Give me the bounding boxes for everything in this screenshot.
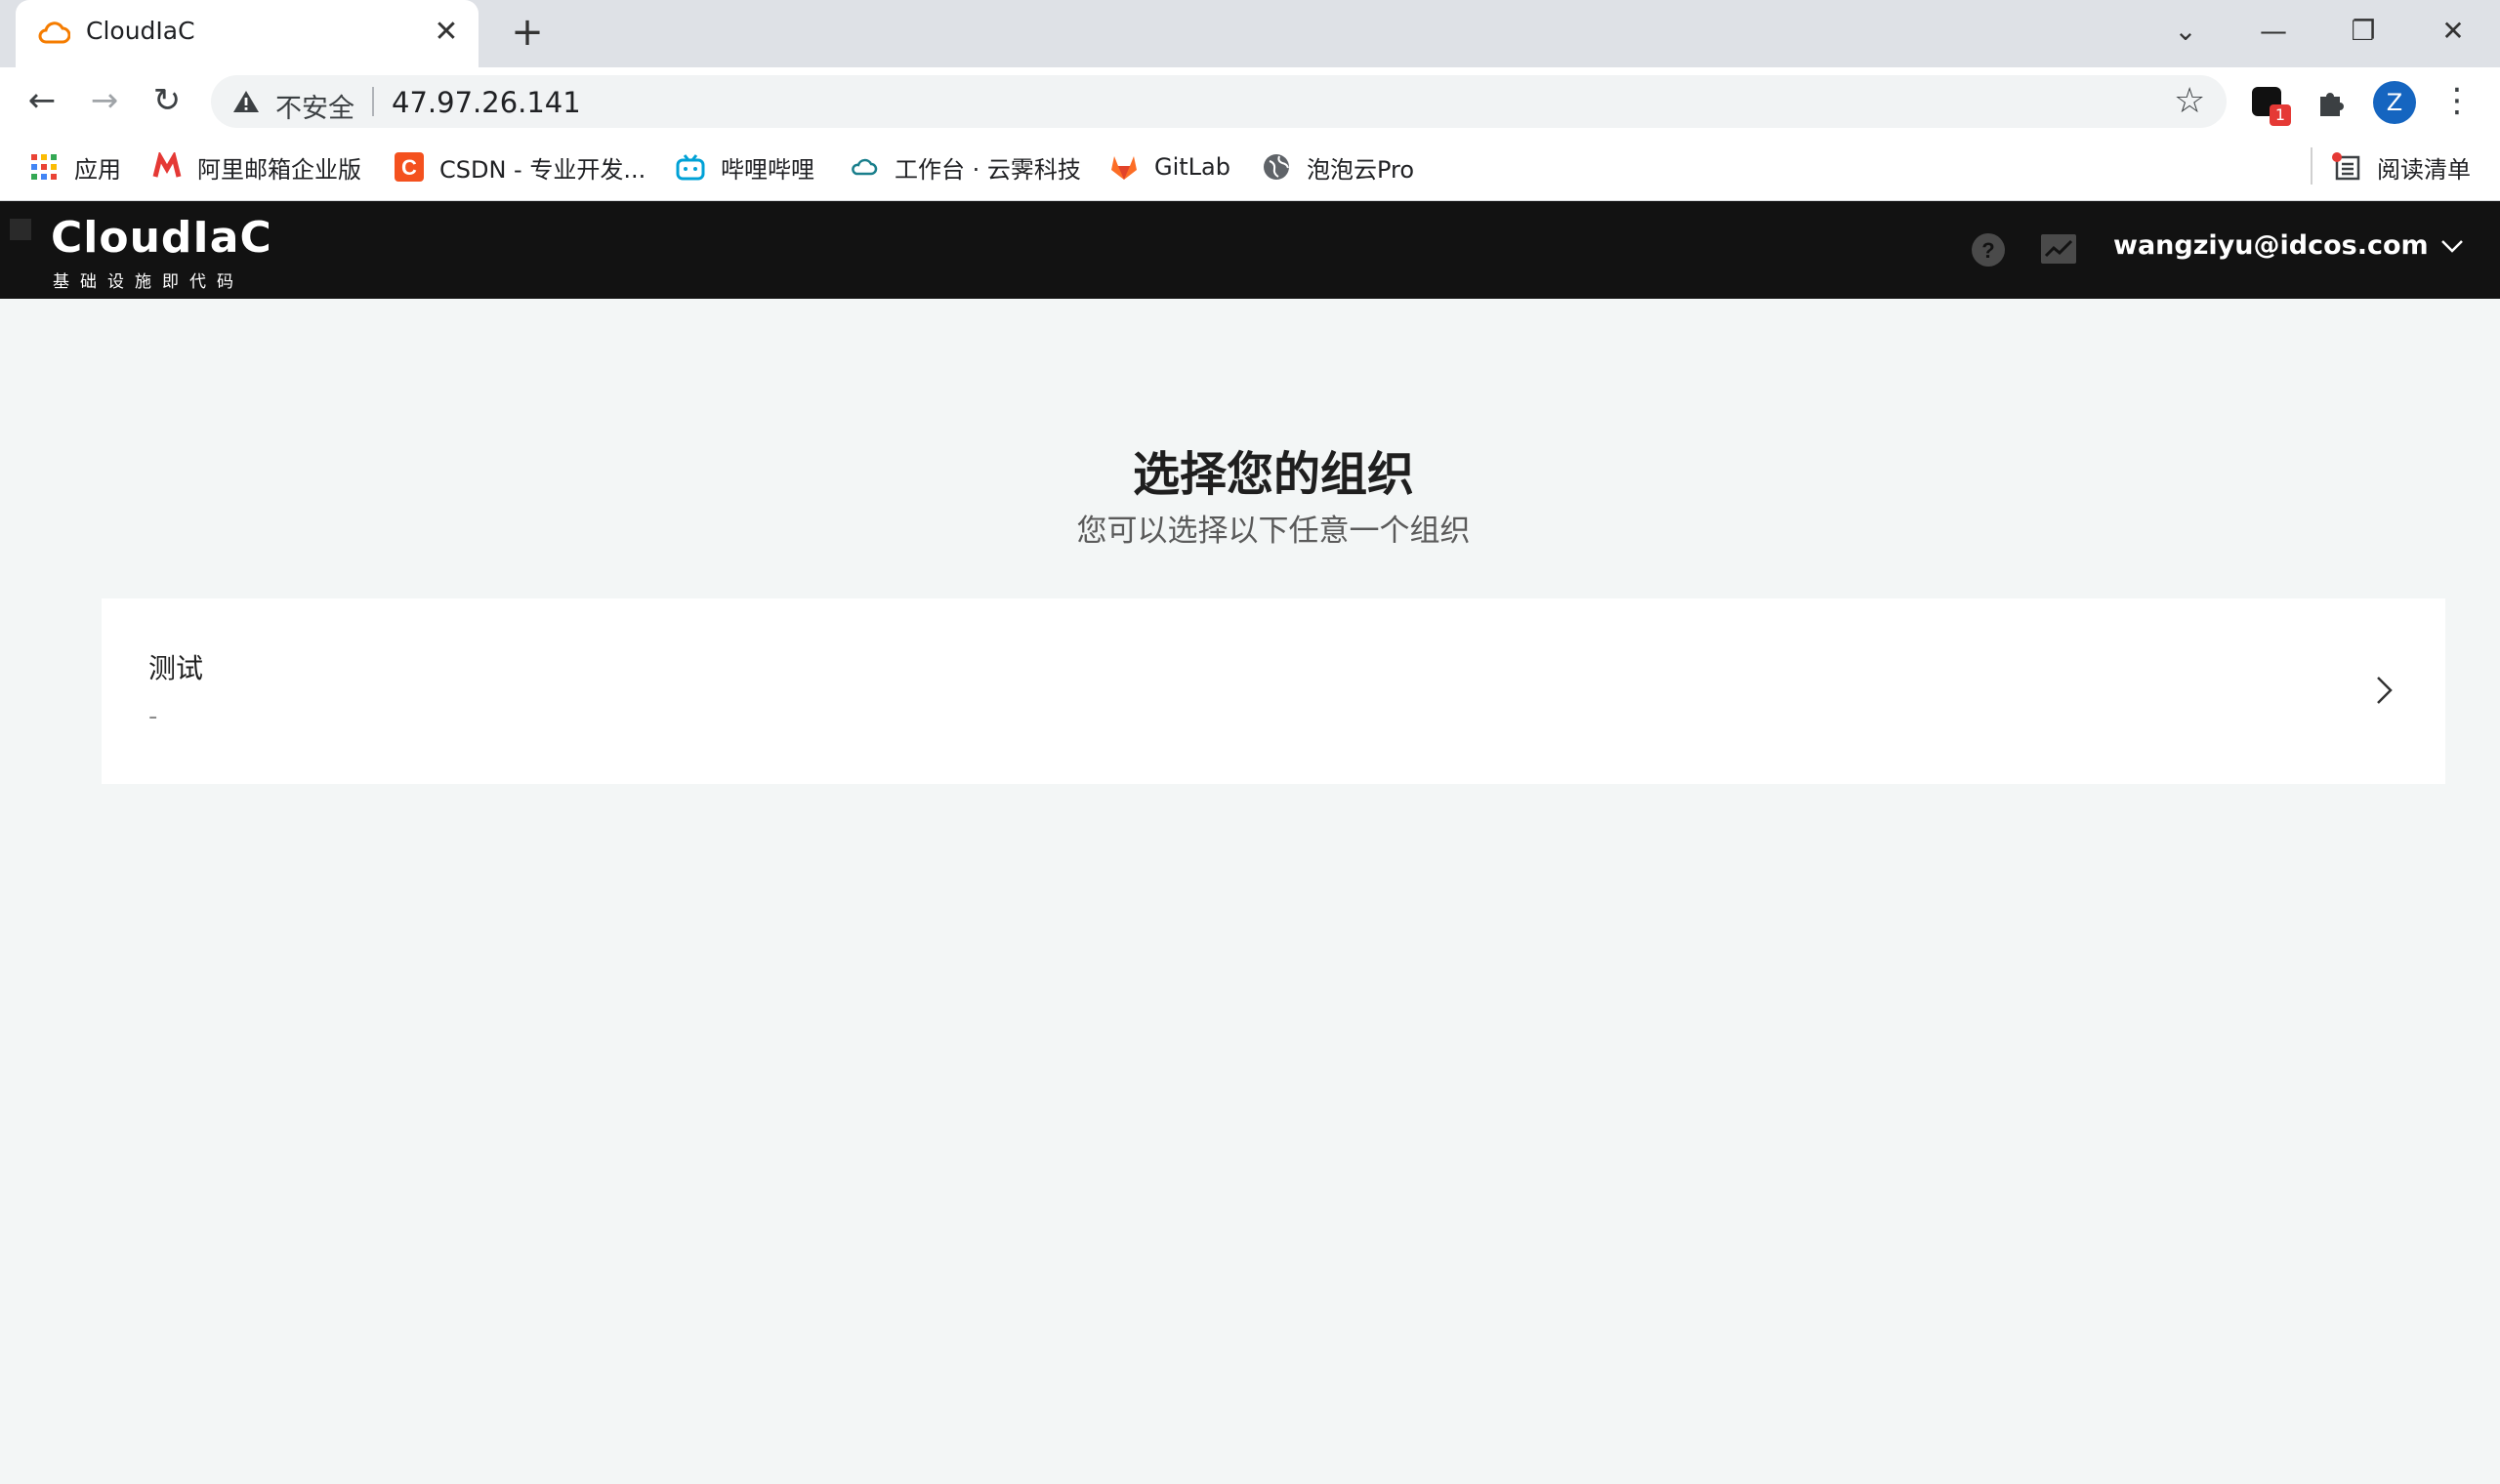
apps-grid-icon bbox=[31, 154, 57, 180]
bookmarks-divider bbox=[2311, 147, 2312, 185]
reading-list-icon bbox=[2332, 152, 2360, 181]
bookmark-csdn[interactable]: C CSDN - 专业开发... bbox=[395, 149, 646, 185]
close-tab-icon[interactable]: ✕ bbox=[430, 16, 463, 49]
bookmark-gitlab[interactable]: GitLab bbox=[1109, 149, 1230, 185]
bookmark-label: 阿里邮箱企业版 bbox=[197, 155, 361, 184]
bookmark-label: GitLab bbox=[1154, 153, 1230, 181]
corner-square bbox=[10, 219, 31, 240]
reading-list-button[interactable]: 阅读清单 bbox=[2332, 149, 2471, 185]
reading-list-label: 阅读清单 bbox=[2377, 155, 2471, 184]
browser-tabstrip: CloudIaC ✕ + ⌄ — ❐ ✕ bbox=[0, 0, 2500, 67]
browser-tab-cloudiac[interactable]: CloudIaC ✕ bbox=[16, 0, 479, 67]
address-bar[interactable]: 不安全 47.97.26.141 ☆ bbox=[211, 75, 2227, 128]
bookmark-label: 应用 bbox=[74, 155, 121, 184]
aliyun-mail-icon bbox=[152, 152, 182, 178]
close-window-button[interactable]: ✕ bbox=[2426, 10, 2480, 53]
omnibox-divider bbox=[372, 87, 374, 116]
page-title: 选择您的组织 bbox=[1132, 447, 1414, 502]
globe-icon bbox=[1264, 154, 1289, 180]
gitlab-icon bbox=[1111, 156, 1137, 180]
bookmark-label: 哔哩哔哩 bbox=[721, 155, 814, 184]
help-icon[interactable]: ? bbox=[1971, 232, 2006, 268]
url-text[interactable]: 47.97.26.141 bbox=[392, 86, 581, 119]
browser-toolbar: ← → ↻ 不安全 47.97.26.141 ☆ 1 Z ⋮ bbox=[0, 67, 2500, 134]
warning-icon[interactable] bbox=[232, 89, 260, 114]
profile-avatar[interactable]: Z bbox=[2373, 81, 2416, 124]
organization-description: - bbox=[148, 702, 158, 731]
back-button[interactable]: ← bbox=[20, 79, 64, 124]
organization-card[interactable]: 测试 - bbox=[102, 598, 2445, 784]
new-tab-button[interactable]: + bbox=[508, 13, 547, 53]
page-subtitle: 您可以选择以下任意一个组织 bbox=[1076, 514, 1471, 549]
bookmark-bilibili[interactable]: 哔哩哔哩 bbox=[676, 149, 814, 185]
security-label[interactable]: 不安全 bbox=[275, 87, 354, 125]
reload-button[interactable]: ↻ bbox=[145, 79, 189, 124]
bookmark-aliyun-mail[interactable]: 阿里邮箱企业版 bbox=[152, 149, 361, 185]
restore-window-button[interactable]: ❐ bbox=[2336, 10, 2391, 53]
extension-badge: 1 bbox=[2270, 104, 2291, 126]
app-header: CloudIaC 基础设施即代码 ? wangziyu@idcos.com bbox=[0, 201, 2500, 299]
bookmark-star-icon[interactable]: ☆ bbox=[2174, 81, 2205, 121]
cloud-icon bbox=[852, 158, 878, 176]
organization-name: 测试 bbox=[148, 652, 204, 684]
chevron-down-icon bbox=[2440, 239, 2463, 253]
bookmark-workbench[interactable]: 工作台 · 云霁科技 bbox=[850, 149, 1081, 185]
svg-text:?: ? bbox=[1981, 238, 1994, 263]
bookmark-label: 泡泡云Pro bbox=[1307, 155, 1415, 184]
chevron-right-icon bbox=[2377, 677, 2393, 704]
minimize-window-button[interactable]: — bbox=[2246, 10, 2301, 53]
browser-menu-icon[interactable]: ⋮ bbox=[2438, 79, 2477, 124]
bookmark-paopaoyun[interactable]: 泡泡云Pro bbox=[1262, 149, 1414, 185]
bookmark-label: 工作台 · 云霁科技 bbox=[895, 155, 1081, 184]
bookmarks-bar: 应用 阿里邮箱企业版 C CSDN - 专业开发... 哔哩哔哩 工作台 · 云… bbox=[0, 134, 2500, 201]
user-menu[interactable]: wangziyu@idcos.com bbox=[2113, 230, 2464, 261]
logo-subtitle: 基础设施即代码 bbox=[53, 272, 244, 292]
user-email: wangziyu@idcos.com bbox=[2113, 230, 2429, 261]
cloud-favicon-icon bbox=[38, 21, 70, 44]
monitor-chart-icon[interactable] bbox=[2041, 234, 2076, 264]
csdn-icon: C bbox=[395, 152, 424, 182]
svg-text:C: C bbox=[401, 155, 417, 180]
forward-button[interactable]: → bbox=[82, 79, 127, 124]
bookmark-apps[interactable]: 应用 bbox=[29, 149, 121, 185]
bilibili-icon bbox=[676, 154, 705, 181]
tab-search-chevron-icon[interactable]: ⌄ bbox=[2158, 10, 2213, 53]
tab-title: CloudIaC bbox=[86, 17, 195, 45]
bookmark-label: CSDN - 专业开发... bbox=[439, 155, 646, 184]
extensions-puzzle-icon[interactable] bbox=[2314, 85, 2348, 118]
logo-title[interactable]: CloudIaC bbox=[51, 213, 272, 263]
